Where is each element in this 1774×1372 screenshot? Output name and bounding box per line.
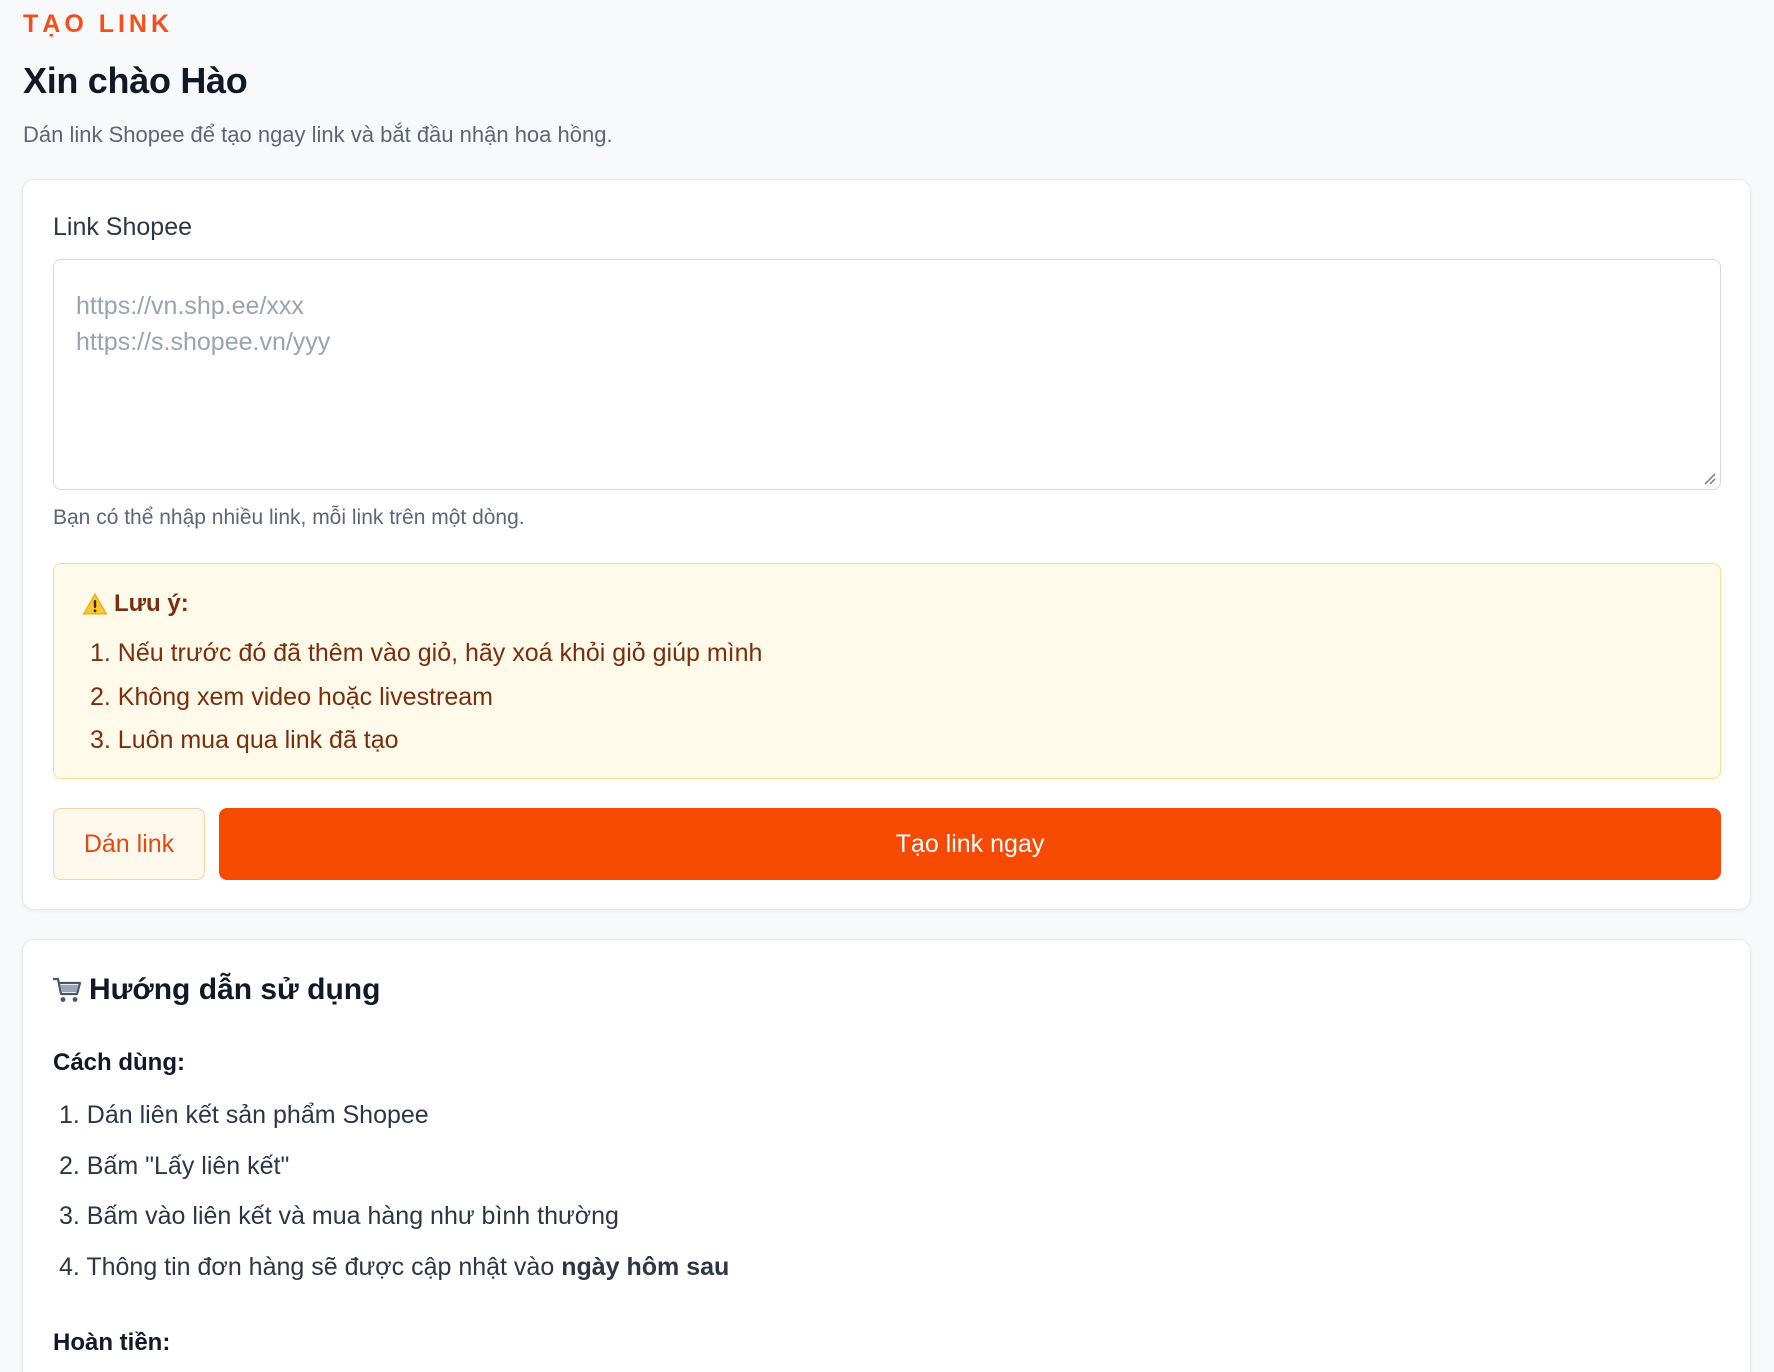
refund-heading: Hoàn tiền: (53, 1329, 171, 1356)
link-textarea[interactable]: https://vn.shp.ee/xxx https://s.shopee.v… (53, 259, 1721, 490)
usage-step-4-prefix: 4. Thông tin đơn hàng sẽ được cập nhật v… (59, 1252, 562, 1281)
page-subtitle: Dán link Shopee để tạo ngay link và bắt … (23, 122, 613, 147)
create-link-page: TẠO LINK Xin chào Hào Dán link Shopee để… (0, 0, 1774, 1372)
usage-step: 4. Thông tin đơn hàng sẽ được cập nhật v… (59, 1252, 729, 1303)
greeting-title: Xin chào Hào (23, 60, 248, 101)
paste-link-button[interactable]: Dán link (53, 808, 205, 880)
warning-icon (82, 592, 108, 616)
resize-grip-icon[interactable] (1702, 471, 1716, 485)
usage-step-4-emphasis: ngày hôm sau (561, 1252, 730, 1281)
warning-item: 1. Nếu trước đó đã thêm vào giỏ, hãy xoá… (90, 639, 763, 667)
create-link-button[interactable]: Tạo link ngay (219, 808, 1721, 880)
usage-guide-card: Hướng dẫn sử dụng Cách dùng: 1. Dán liên… (22, 939, 1751, 1372)
cart-icon (51, 975, 83, 1005)
guide-title: Hướng dẫn sử dụng (51, 973, 380, 1007)
warning-title-text: Lưu ý: (114, 590, 189, 617)
usage-step: 2. Bấm "Lấy liên kết" (59, 1151, 290, 1180)
usage-step: 1. Dán liên kết sản phẩm Shopee (59, 1101, 429, 1129)
warning-note: Lưu ý: 1. Nếu trước đó đã thêm vào giỏ, … (53, 563, 1721, 779)
page-eyebrow: TẠO LINK (23, 10, 174, 38)
usage-step: 3. Bấm vào liên kết và mua hàng như bình… (59, 1202, 619, 1230)
warning-item: 3. Luôn mua qua link đã tạo (90, 726, 399, 754)
usage-heading: Cách dùng: (53, 1049, 185, 1076)
warning-item: 2. Không xem video hoặc livestream (90, 682, 493, 711)
warning-list: 1. Nếu trước đó đã thêm vào giỏ, hãy xoá… (90, 638, 762, 769)
link-helper-text: Bạn có thể nhập nhiều link, mỗi link trê… (53, 506, 525, 529)
warning-note-title: Lưu ý: (82, 590, 189, 618)
link-field-label: Link Shopee (53, 213, 193, 241)
usage-steps: 1. Dán liên kết sản phẩm Shopee 2. Bấm "… (59, 1100, 729, 1302)
create-link-card: Link Shopee https://vn.shp.ee/xxx https:… (22, 179, 1751, 910)
guide-title-text: Hướng dẫn sử dụng (89, 973, 381, 1006)
